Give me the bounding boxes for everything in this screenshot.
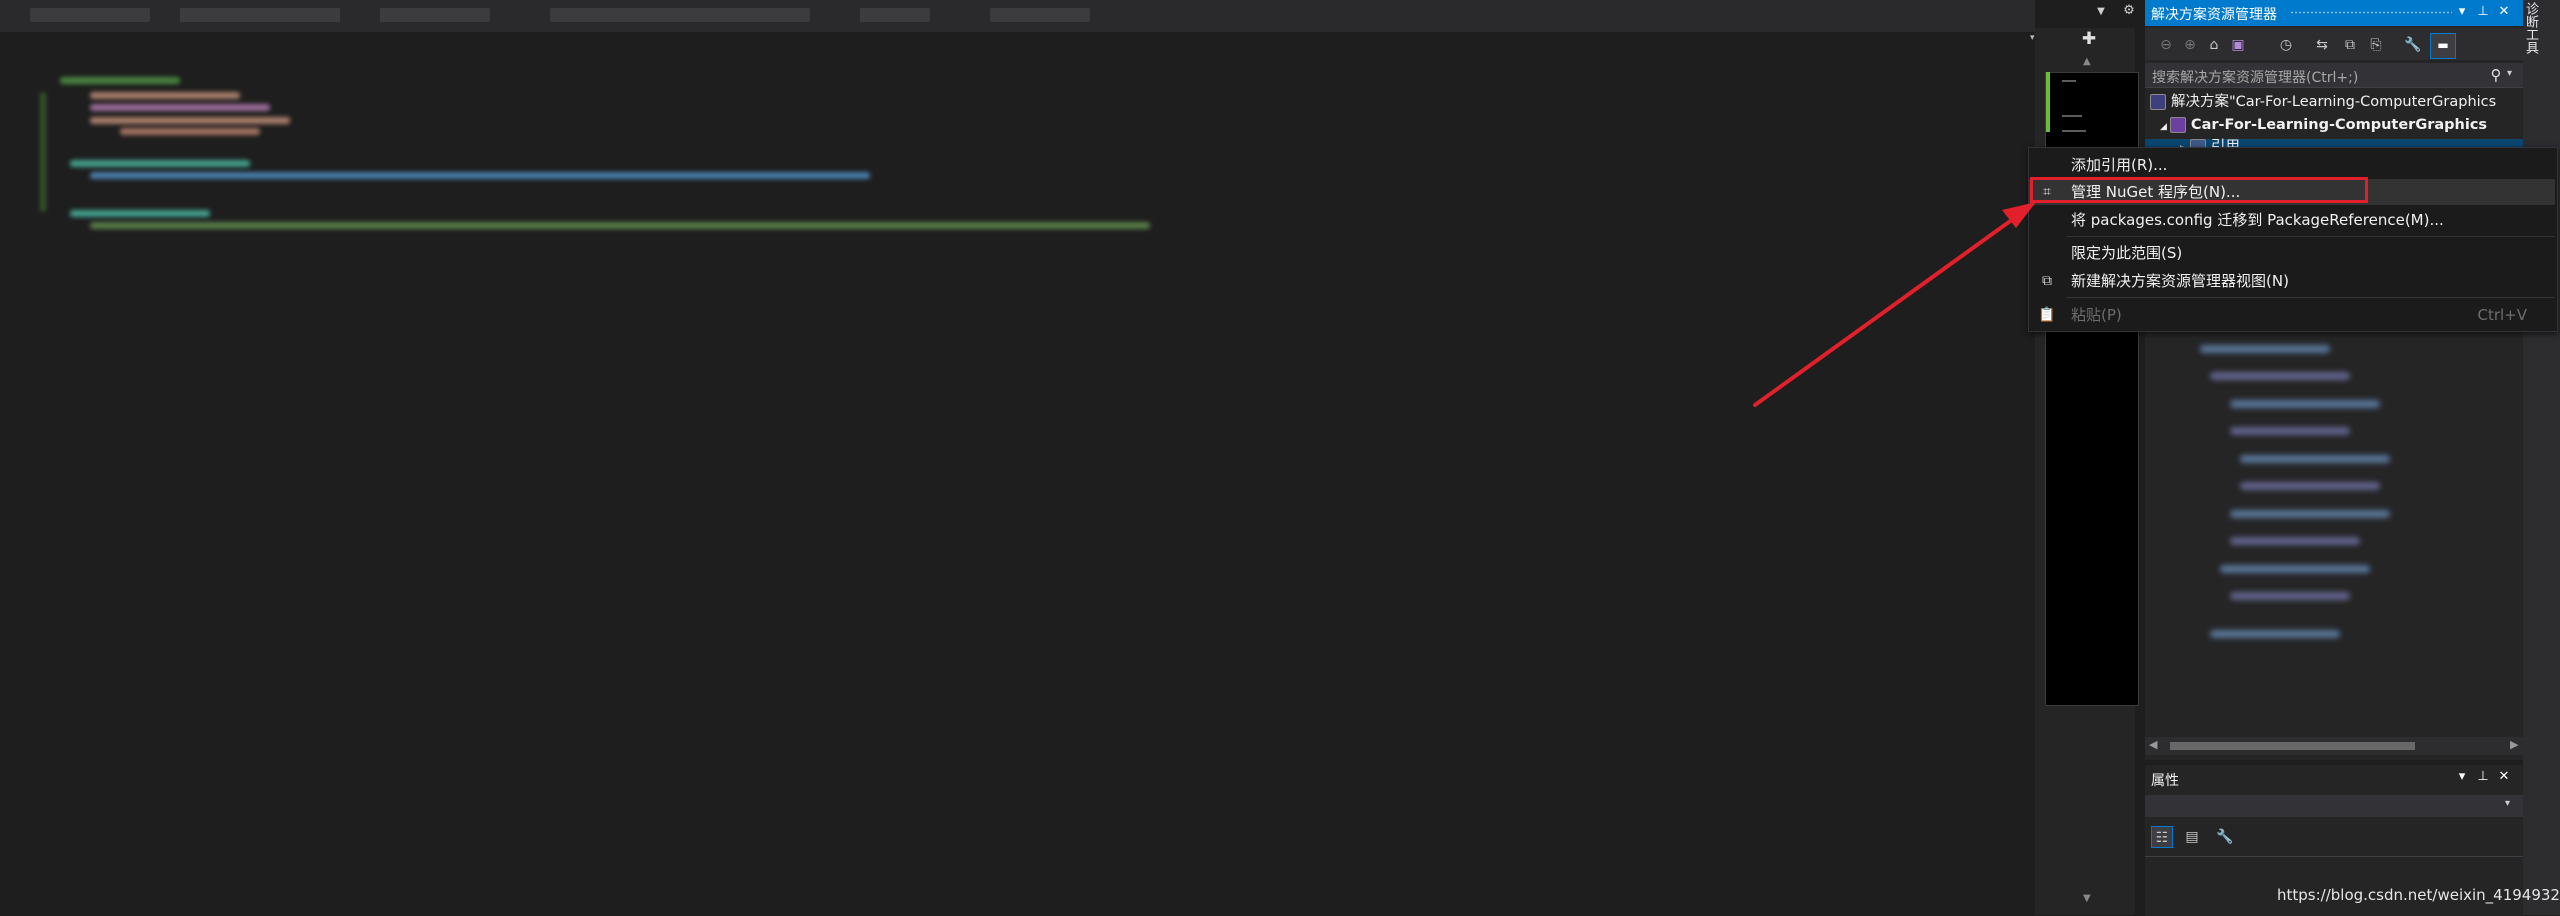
menu-item-shortcut: Ctrl+V: [2477, 306, 2527, 324]
properties-title: 属性: [2151, 773, 2179, 789]
menu-separator: [2066, 236, 2554, 237]
chevron-down-icon[interactable]: ▾: [2505, 798, 2510, 809]
scroll-right-icon[interactable]: ▶: [2510, 738, 2518, 751]
watermark-text: https://blog.csdn.net/weixin_41949328: [2277, 886, 2560, 904]
menu-item-label: 粘贴(P): [2071, 306, 2122, 324]
menu-item-label: 新建解决方案资源管理器视图(N): [2071, 272, 2289, 290]
tree-item-label: Car-For-Learning-ComputerGraphics: [2190, 117, 2488, 133]
tree-item[interactable]: [2240, 482, 2380, 490]
tree-item[interactable]: [2240, 455, 2390, 463]
tree-item[interactable]: [2230, 592, 2350, 600]
menu-item-label: 将 packages.config 迁移到 PackageReference(M…: [2071, 211, 2444, 229]
scrollbar-thumb[interactable]: [2170, 742, 2415, 750]
project-icon: [2169, 117, 2186, 133]
window-position-icon[interactable]: ▾: [2453, 3, 2471, 21]
close-icon[interactable]: ✕: [2495, 768, 2513, 786]
tree-item[interactable]: [2230, 510, 2390, 518]
tree-item[interactable]: [2210, 372, 2350, 380]
wrench-icon[interactable]: 🔧: [2214, 826, 2236, 848]
search-input[interactable]: 搜索解决方案资源管理器(Ctrl+;): [2152, 67, 2358, 87]
close-icon[interactable]: ✕: [2495, 3, 2513, 21]
change-indicator: [2046, 72, 2050, 132]
properties-object-select[interactable]: [2145, 795, 2523, 817]
solution-explorer-toolbar: [2145, 28, 2523, 60]
tree-item[interactable]: [2210, 630, 2340, 638]
map-mark: [2062, 80, 2076, 82]
scroll-left-icon[interactable]: ◀: [2149, 738, 2157, 751]
forward-icon[interactable]: ⊕: [2180, 35, 2200, 55]
switch-views-icon[interactable]: ▣: [2228, 35, 2248, 55]
code-editor[interactable]: [0, 32, 2035, 915]
preview-selected-icon[interactable]: ▬: [2430, 33, 2456, 59]
map-mark: [2062, 115, 2082, 117]
right-dock-strip: [2523, 0, 2560, 915]
pin-icon[interactable]: ⊥: [2474, 768, 2492, 786]
tree-item[interactable]: [2230, 400, 2380, 408]
solution-icon: [2150, 94, 2166, 110]
home-icon[interactable]: ⌂: [2204, 35, 2224, 55]
search-icon[interactable]: ⚲: [2485, 63, 2507, 87]
new-view-icon: ⧉: [2042, 273, 2052, 289]
property-pages-icon[interactable]: ▤: [2181, 826, 2203, 848]
annotation-highlight-box: [2030, 177, 2368, 203]
menu-item-paste[interactable]: 📋 粘贴(P) Ctrl+V: [2029, 302, 2555, 328]
tree-item[interactable]: [2230, 427, 2350, 435]
menu-item-add-reference[interactable]: 添加引用(R)...: [2029, 152, 2555, 178]
editor-dropdown-icon[interactable]: ▼: [2093, 4, 2109, 20]
window-position-icon[interactable]: ▾: [2453, 768, 2471, 786]
collapse-all-icon[interactable]: ⧉: [2340, 35, 2360, 55]
tree-item[interactable]: [2200, 345, 2330, 353]
scroll-up-icon[interactable]: ▲: [2083, 56, 2091, 67]
diagnostic-tools-tab[interactable]: 诊断工具: [2523, 2, 2540, 54]
show-all-files-icon[interactable]: ⎘: [2366, 35, 2386, 55]
tree-item-label: 解决方案"Car-For-Learning-ComputerGraphics: [2171, 94, 2497, 110]
editor-tab-strip: [0, 0, 2035, 32]
menu-item-label: 限定为此范围(S): [2071, 244, 2183, 262]
chevron-down-icon[interactable]: ▾: [2030, 33, 2035, 43]
title-grip: [2290, 11, 2452, 14]
tree-item[interactable]: [2220, 565, 2370, 573]
menu-separator: [2066, 297, 2554, 298]
menu-item-scope-to-this[interactable]: 限定为此范围(S): [2029, 240, 2555, 266]
menu-item-new-explorer-view[interactable]: ⧉ 新建解决方案资源管理器视图(N): [2029, 268, 2555, 294]
pin-icon[interactable]: ⊥: [2474, 3, 2492, 21]
paste-icon: 📋: [2038, 307, 2056, 323]
tree-item-solution[interactable]: 解决方案"Car-For-Learning-ComputerGraphics: [2150, 91, 2496, 113]
back-icon[interactable]: ⊖: [2156, 35, 2176, 55]
gear-icon[interactable]: ⚙: [2121, 3, 2137, 19]
expander-icon[interactable]: ◢: [2160, 122, 2167, 132]
pending-changes-icon[interactable]: ◷: [2276, 35, 2296, 55]
tree-item[interactable]: [2230, 537, 2360, 545]
solution-explorer-title: 解决方案资源管理器: [2151, 7, 2277, 23]
tree-item-project[interactable]: ◢ Car-For-Learning-ComputerGraphics: [2160, 114, 2487, 136]
search-options-icon[interactable]: ▾: [2507, 68, 2512, 79]
split-window-icon[interactable]: ✚: [2080, 30, 2098, 48]
categorized-icon[interactable]: ☷: [2151, 826, 2173, 848]
menu-item-migrate-packages[interactable]: 将 packages.config 迁移到 PackageReference(M…: [2029, 207, 2555, 233]
menu-item-label: 添加引用(R)...: [2071, 156, 2168, 174]
scroll-down-icon[interactable]: ▼: [2083, 893, 2091, 904]
sync-icon[interactable]: ⇆: [2312, 35, 2332, 55]
properties-wrench-icon[interactable]: 🔧: [2403, 35, 2423, 55]
map-mark: [2062, 130, 2086, 132]
